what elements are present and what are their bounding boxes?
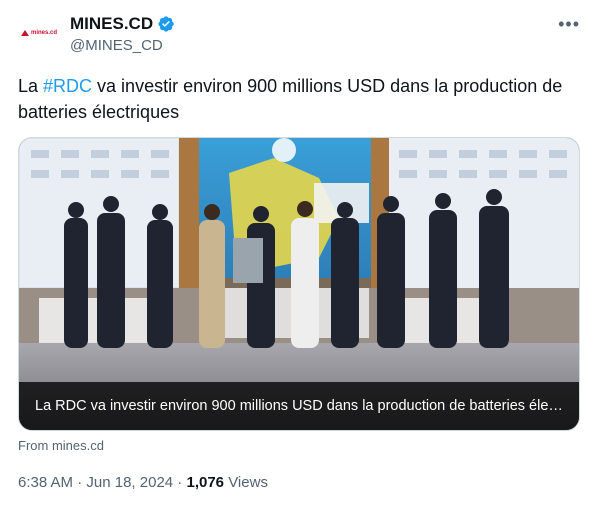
views-label: Views (224, 474, 268, 491)
media-caption: La RDC va investir environ 900 millions … (19, 382, 579, 430)
author-names: MINES.CD @MINES_CD (70, 14, 175, 54)
meta-separator: · (173, 474, 187, 491)
more-options-icon[interactable]: ••• (558, 14, 580, 35)
display-name[interactable]: MINES.CD (70, 14, 153, 34)
tweet-text: La #RDC va investir environ 900 millions… (18, 73, 580, 125)
meta-separator: · (73, 474, 87, 491)
tweet-time[interactable]: 6:38 AM (18, 474, 73, 491)
mines-cd-logo-icon: mines.cd (20, 30, 57, 36)
tweet-date[interactable]: Jun 18, 2024 (86, 474, 173, 491)
link-source[interactable]: From mines.cd (18, 438, 104, 453)
hashtag-link[interactable]: #RDC (43, 76, 92, 96)
tweet-text-body: va investir environ 900 millions USD dan… (18, 76, 563, 122)
views-count: 1,076 (186, 474, 225, 491)
handle[interactable]: @MINES_CD (70, 37, 175, 54)
verified-badge-icon (158, 16, 174, 32)
tweet-text-prefix: La (18, 76, 44, 96)
avatar[interactable]: mines.cd (18, 12, 60, 54)
media-card[interactable]: La RDC va investir environ 900 millions … (18, 137, 580, 431)
tweet-meta: 6:38 AM · Jun 18, 2024 · 1,076 Views (18, 474, 268, 491)
tweet-header: mines.cd MINES.CD @MINES_CD ••• (18, 12, 580, 60)
